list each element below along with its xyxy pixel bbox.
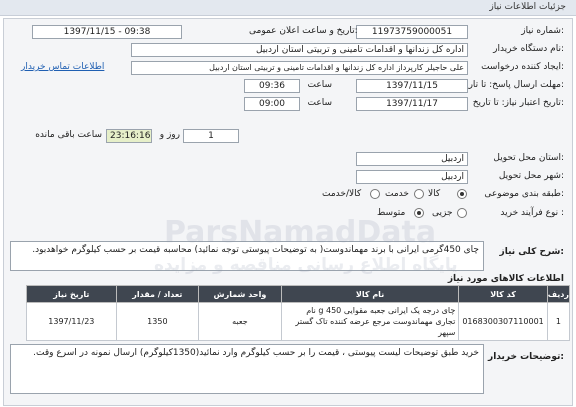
send-time-label: ساعت	[307, 80, 333, 90]
category-radio-goods[interactable]	[457, 189, 467, 199]
remaining-label: ساعت باقی مانده	[35, 130, 102, 140]
page-title: جزئیات اطلاعات نیاز	[489, 2, 566, 12]
day-and-label: روز و	[159, 130, 180, 140]
category-option-both: کالا/خدمت	[322, 189, 362, 199]
need-number-field: 11973759000051	[356, 25, 468, 39]
buyer-label: نام دستگاه خریدار:	[493, 44, 564, 54]
remaining-time-field: 23:16:16	[106, 129, 152, 143]
province-field: اردبیل	[356, 152, 468, 166]
table-row: 1 0168300307110001 چای درجه یک ایرانی جع…	[26, 302, 571, 341]
buyer-notes-box: خرید طبق توضیحات لیست پیوستی ، قیمت را ب…	[10, 344, 484, 394]
process-label: نوع فرآیند خرید :	[500, 208, 564, 218]
col-name: نام کالا	[280, 285, 460, 303]
creator-field: علی حاجیلر کارپرداز اداره کل زندانها و ا…	[131, 61, 468, 75]
process-option-medium: متوسط	[377, 208, 406, 218]
cell-name: چای درجه یک ایرانی جعبه مقوایی 450 g نام…	[280, 302, 460, 341]
remaining-days-field: 1	[183, 129, 239, 143]
buyer-contact-link[interactable]: اطلاعات تماس خریدار	[21, 62, 104, 72]
send-time-field: 09:36	[244, 79, 300, 93]
send-date-field: 1397/11/15	[356, 79, 468, 93]
goods-section-title: اطلاعات کالاهای مورد نیاز	[447, 274, 564, 284]
need-number-label: شماره نیاز:	[521, 26, 564, 36]
category-option-goods: کالا	[428, 189, 441, 199]
category-option-service: خدمت	[385, 189, 409, 199]
buyer-notes-label: توضیحات خریدار:	[488, 352, 564, 362]
goods-table-header: ردیف کد کالا نام کالا واحد شمارش تعداد /…	[26, 285, 571, 303]
city-field: اردبیل	[356, 170, 468, 184]
announce-label: تاریخ و ساعت اعلان عمومی:	[249, 26, 358, 36]
col-date: تاریخ نیاز	[26, 285, 117, 303]
cell-unit: جعبه	[198, 302, 282, 341]
goods-table: ردیف کد کالا نام کالا واحد شمارش تعداد /…	[26, 285, 571, 341]
col-unit: واحد شمارش	[198, 285, 282, 303]
process-option-minor: جزیی	[432, 208, 453, 218]
validity-time-field: 09:00	[244, 97, 300, 111]
validity-label: تاریخ اعتبار نیاز: تا تاریخ:	[472, 98, 564, 108]
validity-date-field: 1397/11/17	[356, 97, 468, 111]
validity-time-label: ساعت	[307, 98, 333, 108]
process-radio-medium[interactable]	[414, 208, 424, 218]
creator-label: ایجاد کننده درخواست:	[481, 62, 564, 72]
send-deadline-label: مهلت ارسال پاسخ: تا تاریخ:	[460, 80, 564, 90]
province-label: استان محل تحویل:	[493, 153, 564, 163]
cell-row: 1	[546, 302, 571, 341]
col-code: کد کالا	[458, 285, 548, 303]
cell-date: 1397/11/23	[26, 302, 117, 341]
details-panel: شماره نیاز: 11973759000051 تاریخ و ساعت …	[3, 18, 573, 406]
category-label: طبقه بندی موضوعی:	[484, 189, 564, 199]
process-radio-minor[interactable]	[457, 208, 467, 218]
buyer-field: اداره کل زندانها و اقدامات تامینی و تربی…	[131, 43, 468, 57]
announce-field: 1397/11/15 - 09:38	[32, 25, 182, 39]
need-description-box: چای 450گرمی ایرانی با برند مهماندوست( به…	[10, 241, 484, 271]
cell-code: 0168300307110001	[458, 302, 548, 341]
city-label: شهر محل تحویل:	[498, 171, 564, 181]
col-row: ردیف	[546, 285, 571, 303]
category-radio-both[interactable]	[370, 189, 380, 199]
need-description-label: شرح کلی نیاز:	[499, 247, 564, 257]
cell-qty: 1350	[115, 302, 200, 341]
col-qty: تعداد / مقدار	[115, 285, 200, 303]
category-radio-service[interactable]	[414, 189, 424, 199]
page-header: جزئیات اطلاعات نیاز	[0, 0, 576, 16]
